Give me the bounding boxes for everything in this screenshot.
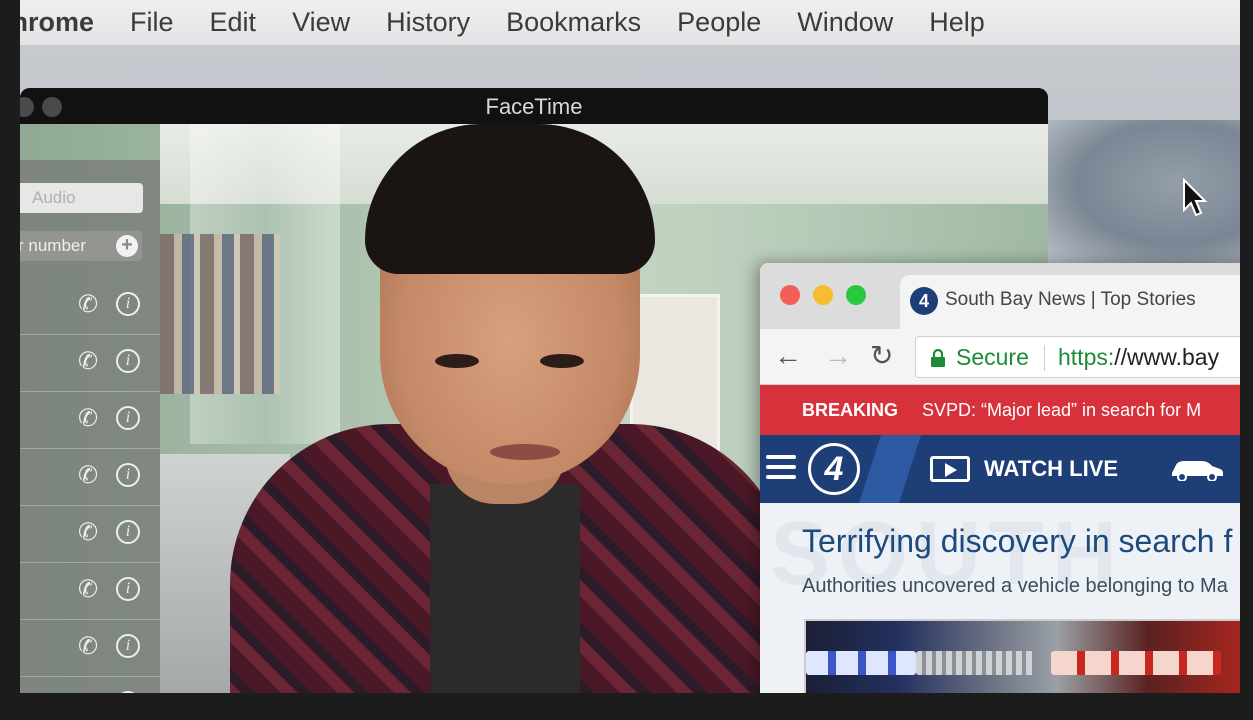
info-icon[interactable]: i — [116, 691, 140, 693]
url-text: https://www.bay — [1058, 337, 1219, 377]
contact-row[interactable]: ✆i — [20, 449, 160, 506]
tab-bar: 4 South Bay News | Top Stories — [760, 263, 1240, 329]
police-lightbar-center — [916, 651, 1036, 675]
info-icon[interactable]: i — [116, 406, 140, 430]
breaking-label: BREAKING — [802, 400, 899, 420]
menu-edit[interactable]: Edit — [210, 7, 257, 38]
police-lightbar-red — [1051, 651, 1221, 675]
info-icon[interactable]: i — [116, 349, 140, 373]
secure-label: Secure — [956, 344, 1029, 370]
contact-row[interactable]: ✆i — [20, 563, 160, 620]
article-area: SOUTH Terrifying discovery in search f A… — [760, 503, 1240, 693]
menu-app-name[interactable]: Chrome — [20, 7, 94, 38]
desktop: Chrome File Edit View History Bookmarks … — [20, 0, 1240, 693]
phone-call-icon[interactable]: ✆ — [78, 578, 102, 602]
menu-file[interactable]: File — [130, 7, 174, 38]
info-icon[interactable]: i — [116, 577, 140, 601]
window-minimize-button[interactable] — [42, 97, 62, 117]
number-input[interactable]: r number + — [20, 231, 142, 261]
url-scheme: https: — [1058, 344, 1115, 370]
contact-row[interactable]: ✆i — [20, 677, 160, 693]
watch-live-button[interactable]: WATCH LIVE — [930, 435, 1118, 503]
browser-minimize-button[interactable] — [813, 285, 833, 305]
browser-tab[interactable]: 4 South Bay News | Top Stories — [900, 275, 1240, 329]
phone-call-icon[interactable]: ✆ — [78, 293, 102, 317]
tshirt — [430, 484, 580, 693]
breaking-headline: SVPD: “Major lead” in search for M — [922, 400, 1202, 420]
audio-tab[interactable]: Audio — [20, 183, 143, 213]
hair — [365, 124, 655, 274]
menu-window[interactable]: Window — [797, 7, 893, 38]
back-arrow-icon[interactable]: ← — [774, 339, 802, 373]
caller-person — [230, 124, 790, 693]
news-favicon-icon: 4 — [910, 287, 938, 315]
channel-logo[interactable]: 4 — [808, 443, 860, 495]
play-icon — [930, 456, 970, 482]
info-icon[interactable]: i — [116, 634, 140, 658]
police-lightbar-blue — [806, 651, 916, 675]
right-eye — [540, 354, 584, 368]
article-headline[interactable]: Terrifying discovery in search f — [802, 523, 1232, 560]
facetime-sidebar: Audio r number + ✆i✆i✆i✆i✆i✆i✆i✆i — [20, 160, 160, 693]
contact-row[interactable]: ✆i — [20, 620, 160, 677]
hamburger-menu-icon[interactable] — [766, 455, 796, 481]
phone-call-icon[interactable]: ✆ — [78, 407, 102, 431]
nav-accent — [858, 435, 922, 503]
browser-zoom-button[interactable] — [846, 285, 866, 305]
contact-row[interactable]: ✆i — [20, 392, 160, 449]
menu-history[interactable]: History — [386, 7, 470, 38]
lock-icon — [931, 349, 945, 367]
address-bar[interactable]: Secure https://www.bay — [915, 336, 1240, 378]
contact-row[interactable]: ✆i — [20, 335, 160, 392]
url-host: //www.bay — [1114, 344, 1220, 370]
info-icon[interactable]: i — [116, 520, 140, 544]
menu-bar: Chrome File Edit View History Bookmarks … — [20, 0, 1240, 46]
facetime-titlebar[interactable]: FaceTime — [20, 88, 1048, 124]
reload-icon[interactable]: ↻ — [870, 339, 893, 373]
facetime-title: FaceTime — [485, 94, 583, 119]
browser-close-button[interactable] — [780, 285, 800, 305]
add-contact-button[interactable]: + — [116, 235, 138, 257]
menu-people[interactable]: People — [677, 7, 761, 38]
contact-row[interactable]: ✆i — [20, 278, 160, 335]
menu-help[interactable]: Help — [929, 7, 985, 38]
contact-row[interactable]: ✆i — [20, 506, 160, 563]
phone-call-icon[interactable]: ✆ — [78, 350, 102, 374]
traffic-car-icon[interactable] — [1168, 457, 1224, 481]
site-navigation: 4 WATCH LIVE — [760, 435, 1240, 503]
number-placeholder: r number — [20, 236, 87, 255]
phone-call-icon[interactable]: ✆ — [78, 521, 102, 545]
info-icon[interactable]: i — [116, 463, 140, 487]
mouse-cursor-icon — [1183, 178, 1208, 217]
phone-call-icon[interactable]: ✆ — [78, 635, 102, 659]
left-eye — [435, 354, 479, 368]
window-close-button[interactable] — [20, 97, 34, 117]
article-image[interactable] — [804, 619, 1240, 693]
browser-toolbar: ← → ↻ Secure https://www.bay — [760, 329, 1240, 385]
browser-window: 4 South Bay News | Top Stories ← → ↻ Sec… — [760, 263, 1240, 693]
menu-view[interactable]: View — [292, 7, 350, 38]
forward-arrow-icon[interactable]: → — [824, 339, 852, 373]
tab-title: South Bay News | Top Stories — [945, 289, 1196, 310]
phone-call-icon[interactable]: ✆ — [78, 692, 102, 694]
watch-live-label: WATCH LIVE — [984, 456, 1119, 481]
article-subhead: Authorities uncovered a vehicle belongin… — [802, 575, 1228, 597]
breaking-news-banner[interactable]: BREAKING SVPD: “Major lead” in search fo… — [760, 385, 1240, 435]
phone-call-icon[interactable]: ✆ — [78, 464, 102, 488]
menu-bookmarks[interactable]: Bookmarks — [506, 7, 641, 38]
info-icon[interactable]: i — [116, 292, 140, 316]
mouth — [490, 444, 560, 460]
omnibox-divider — [1044, 345, 1045, 371]
